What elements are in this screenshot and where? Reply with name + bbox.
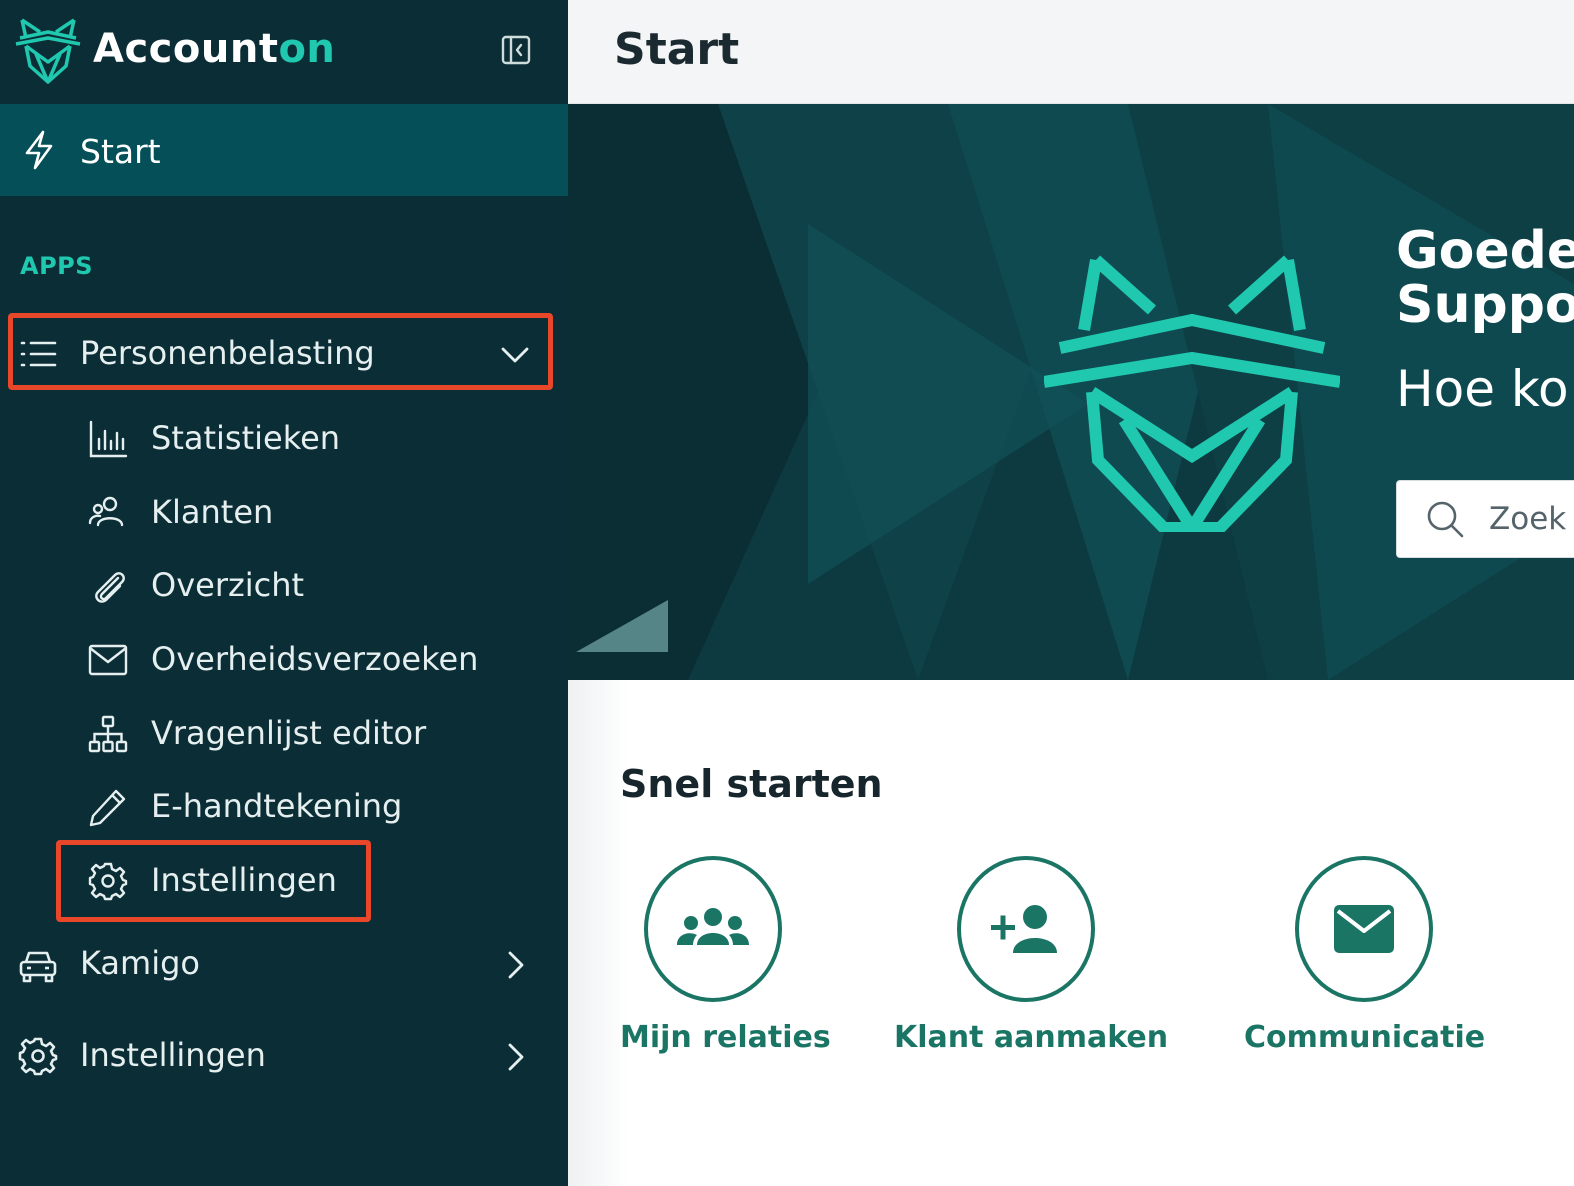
group-icon [677, 908, 749, 945]
sidebar-subitem-e-handtekening[interactable]: E-handtekening [0, 773, 568, 839]
hero-greeting: Goede [1396, 221, 1574, 281]
sidebar-item-start[interactable]: Start [0, 104, 568, 196]
quick-start-title: Snel starten [620, 762, 883, 806]
sidebar-subitem-label: Overzicht [151, 566, 305, 604]
bar-chart-icon [89, 420, 128, 458]
sidebar: Accounton Start APPS Personenbelasting S… [0, 0, 568, 1186]
section-label-apps: APPS [20, 252, 94, 280]
mail-icon [1334, 905, 1394, 953]
sitemap-icon [88, 715, 128, 753]
quick-start-communicatie[interactable]: Communicatie [1244, 856, 1486, 1055]
hero-support-line: Suppo [1396, 275, 1574, 335]
quick-start-mijn-relaties[interactable]: Mijn relaties [620, 856, 831, 1055]
quick-start-klant-aanmaken[interactable]: Klant aanmaken [894, 856, 1169, 1055]
pencil-icon [89, 789, 126, 827]
gear-icon [88, 862, 128, 901]
sidebar-subitem-label: E-handtekening [151, 787, 403, 825]
top-bar: Start [568, 0, 1574, 104]
sidebar-item-instellingen[interactable]: Instellingen [0, 1020, 568, 1092]
lightning-icon [25, 130, 53, 170]
sidebar-subitem-label: Statistieken [151, 419, 341, 457]
quick-start-icon-circle [1295, 856, 1433, 1002]
hero-banner: Goede Suppo Hoe ko [568, 104, 1574, 680]
brand-name: Accounton [93, 26, 336, 72]
car-icon [19, 951, 57, 983]
collapse-sidebar-button[interactable] [498, 32, 534, 68]
quick-start-icon-circle [957, 856, 1095, 1002]
fox-logo-large-icon [1044, 255, 1340, 532]
sidebar-item-label: Kamigo [80, 944, 200, 982]
quick-start-section: Snel starten Mijn relaties Klant aanmake… [568, 680, 1574, 1186]
sidebar-item-label: Personenbelasting [80, 334, 375, 372]
support-search-input[interactable] [1489, 495, 1574, 543]
sidebar-subitem-label: Vragenlijst editor [151, 714, 427, 752]
chevron-down-icon [501, 347, 529, 363]
sidebar-subitem-overheidsverzoeken[interactable]: Overheidsverzoeken [0, 626, 568, 692]
envelope-icon [88, 644, 128, 676]
quick-start-label: Communicatie [1244, 1020, 1486, 1055]
user-plus-icon [991, 905, 1057, 953]
sidebar-item-kamigo[interactable]: Kamigo [0, 928, 568, 1000]
quick-start-icon-circle [644, 856, 782, 1002]
search-icon [1427, 501, 1464, 538]
sidebar-subitem-instellingen[interactable]: Instellingen [0, 847, 568, 913]
sidebar-item-personenbelasting[interactable]: Personenbelasting [0, 318, 568, 390]
chevron-right-icon [508, 1043, 524, 1071]
sidebar-subitem-label: Klanten [151, 493, 274, 531]
sidebar-header: Accounton [0, 0, 568, 104]
page-title: Start [614, 24, 740, 75]
quick-start-label: Mijn relaties [620, 1020, 831, 1055]
chevron-right-icon [508, 951, 524, 979]
sidebar-subitem-overzicht[interactable]: Overzicht [0, 552, 568, 618]
users-icon [88, 496, 124, 527]
paperclip-icon [95, 572, 125, 603]
sidebar-subitem-statistieken[interactable]: Statistieken [0, 405, 568, 471]
sidebar-subitem-klanten[interactable]: Klanten [0, 479, 568, 545]
quick-start-label: Klant aanmaken [894, 1020, 1169, 1055]
list-icon [20, 341, 57, 367]
sidebar-subitem-vragenlijst-editor[interactable]: Vragenlijst editor [0, 700, 568, 766]
hero-question: Hoe ko [1396, 360, 1569, 418]
sidebar-subitem-label: Instellingen [151, 861, 337, 899]
sidebar-subitem-label: Overheidsverzoeken [151, 640, 479, 678]
sidebar-collapse-icon [501, 35, 531, 65]
fox-logo-icon [15, 18, 81, 84]
gear-icon [18, 1037, 58, 1076]
support-search-box[interactable] [1396, 480, 1574, 558]
sidebar-item-label: Start [80, 132, 161, 171]
sidebar-item-label: Instellingen [80, 1036, 266, 1074]
